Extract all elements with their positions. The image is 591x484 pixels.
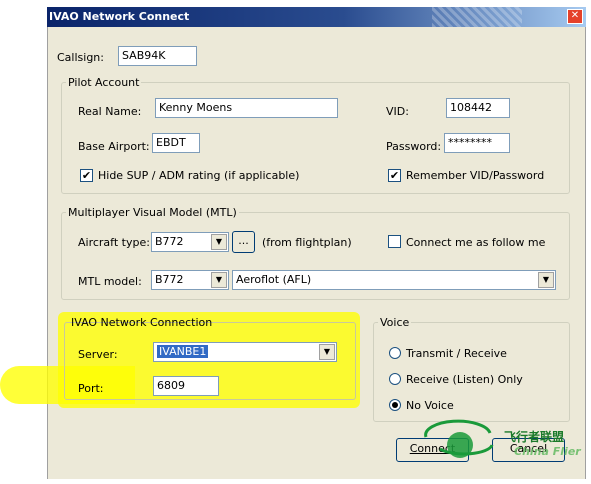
voice-none-radio[interactable] <box>389 399 401 411</box>
airline-select[interactable]: Aeroflot (AFL) ▼ <box>232 270 556 290</box>
window-title: IVAO Network Connect <box>49 10 190 23</box>
radio-selected-dot <box>392 402 398 408</box>
callsign-label: Callsign: <box>57 51 104 64</box>
airline-value: Aeroflot (AFL) <box>236 273 312 286</box>
server-value: IVANBE1 <box>157 345 209 358</box>
network-legend: IVAO Network Connection <box>71 316 213 329</box>
real-name-label: Real Name: <box>78 105 142 118</box>
port-label: Port: <box>78 382 104 395</box>
mtl-model-label: MTL model: <box>78 275 142 288</box>
mtl-model-value: B772 <box>155 273 184 286</box>
title-bar[interactable]: IVAO Network Connect ✕ <box>47 7 586 27</box>
chevron-down-icon[interactable]: ▼ <box>211 234 227 250</box>
voice-transmit-label: Transmit / Receive <box>406 347 507 360</box>
aircraft-type-select[interactable]: B772 ▼ <box>151 232 229 252</box>
follow-me-checkbox[interactable] <box>388 235 401 248</box>
pilot-account-legend: Pilot Account <box>66 76 142 89</box>
chevron-down-icon[interactable]: ▼ <box>211 272 227 288</box>
base-airport-input[interactable]: EBDT <box>152 133 200 153</box>
browse-button[interactable]: ... <box>232 231 255 253</box>
aircraft-type-label: Aircraft type: <box>78 236 150 249</box>
chevron-down-icon[interactable]: ▼ <box>319 344 335 360</box>
vid-input[interactable]: 108442 <box>446 98 510 118</box>
titlebar-pattern <box>432 7 522 27</box>
voice-transmit-radio[interactable] <box>389 347 401 359</box>
watermark-text-en: China Flier <box>514 445 581 458</box>
watermark-logo-icon <box>424 419 494 458</box>
callsign-input[interactable]: SAB94K <box>118 46 197 66</box>
real-name-input[interactable]: Kenny Moens <box>155 98 338 118</box>
watermark-text-cn: 飞行者联盟 <box>504 430 565 444</box>
server-label: Server: <box>78 348 118 361</box>
mtl-legend: Multiplayer Visual Model (MTL) <box>66 206 239 219</box>
aircraft-type-value: B772 <box>155 235 184 248</box>
port-input[interactable]: 6809 <box>153 376 219 396</box>
voice-group: Voice <box>373 316 570 422</box>
from-flightplan-label: (from flightplan) <box>262 236 352 249</box>
mtl-model-select[interactable]: B772 ▼ <box>151 270 229 290</box>
base-airport-label: Base Airport: <box>78 140 150 153</box>
vid-label: VID: <box>386 105 409 118</box>
hide-sup-label: Hide SUP / ADM rating (if applicable) <box>98 169 300 182</box>
voice-legend: Voice <box>378 316 412 329</box>
remember-label: Remember VID/Password <box>406 169 545 182</box>
voice-receive-label: Receive (Listen) Only <box>406 373 523 386</box>
close-button[interactable]: ✕ <box>567 9 583 24</box>
voice-receive-radio[interactable] <box>389 373 401 385</box>
server-select[interactable]: IVANBE1 ▼ <box>153 342 337 362</box>
remember-checkbox[interactable]: ✔ <box>388 169 401 182</box>
chevron-down-icon[interactable]: ▼ <box>538 272 554 288</box>
password-label: Password: <box>386 140 442 153</box>
password-input[interactable]: ******** <box>444 133 510 153</box>
follow-me-label: Connect me as follow me <box>406 236 546 249</box>
voice-none-label: No Voice <box>406 399 454 412</box>
hide-sup-checkbox[interactable]: ✔ <box>80 169 93 182</box>
